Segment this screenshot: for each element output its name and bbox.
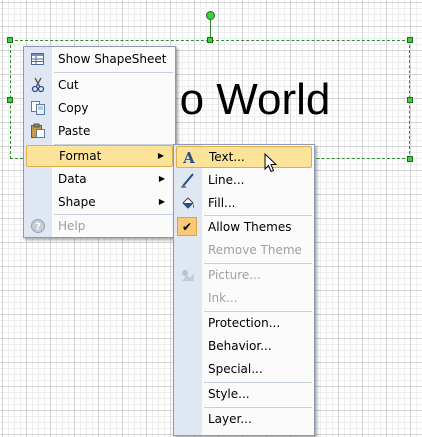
menu-item-help[interactable]: ? Help bbox=[26, 215, 173, 237]
submenu-item-special[interactable]: Special... bbox=[176, 358, 312, 380]
submenu-item-protection[interactable]: Protection... bbox=[176, 312, 312, 334]
menu-item-label: Cut bbox=[58, 78, 79, 92]
help-icon: ? bbox=[30, 218, 46, 234]
submenu-item-ink[interactable]: Ink... bbox=[176, 287, 312, 309]
menu-item-label: Format bbox=[59, 149, 102, 163]
menu-item-label: Layer... bbox=[208, 412, 252, 426]
submenu-item-allow-themes[interactable]: ✔ Allow Themes bbox=[176, 216, 312, 238]
text-a-icon: A bbox=[181, 149, 197, 167]
menu-item-label: Show ShapeSheet bbox=[58, 52, 167, 66]
menu-item-label: Shape bbox=[58, 195, 96, 209]
resize-handle-bottom-right[interactable] bbox=[407, 156, 413, 162]
menu-item-label: Text... bbox=[209, 150, 245, 164]
menu-item-label: Remove Theme bbox=[208, 243, 302, 257]
menu-item-label: Data bbox=[58, 172, 87, 186]
menu-item-label: Copy bbox=[58, 101, 89, 115]
menu-item-label: Special... bbox=[208, 362, 263, 376]
menu-item-label: Allow Themes bbox=[208, 220, 292, 234]
submenu-item-layer[interactable]: Layer... bbox=[176, 408, 312, 430]
menu-item-label: Protection... bbox=[208, 316, 281, 330]
submenu-item-picture[interactable]: Picture... bbox=[176, 264, 312, 286]
submenu-arrow-icon: ▶ bbox=[158, 174, 165, 183]
fill-bucket-icon bbox=[180, 195, 196, 211]
submenu-item-style[interactable]: Style... bbox=[176, 383, 312, 405]
resize-handle-left[interactable] bbox=[7, 97, 13, 103]
picture-icon bbox=[180, 267, 196, 283]
rotation-handle[interactable] bbox=[206, 11, 215, 20]
scissors-icon bbox=[30, 77, 46, 93]
mouse-pointer-icon bbox=[264, 152, 278, 178]
resize-handle-top-right[interactable] bbox=[407, 37, 413, 43]
submenu-item-line[interactable]: Line... bbox=[176, 169, 312, 191]
menu-item-label: Line... bbox=[208, 173, 245, 187]
menu-item-label: Paste bbox=[58, 124, 91, 138]
context-menu: Show ShapeSheet Cut Copy Paste Format ▶ bbox=[23, 46, 176, 238]
submenu-arrow-icon: ▶ bbox=[158, 197, 165, 206]
submenu-arrow-icon: ▶ bbox=[157, 151, 164, 160]
resize-handle-top[interactable] bbox=[207, 37, 213, 43]
menu-item-label: Fill... bbox=[208, 196, 236, 210]
submenu-item-behavior[interactable]: Behavior... bbox=[176, 335, 312, 357]
menu-item-format[interactable]: Format ▶ bbox=[26, 145, 173, 167]
svg-text:A: A bbox=[182, 149, 195, 165]
line-pen-icon bbox=[180, 172, 196, 188]
resize-handle-right[interactable] bbox=[407, 97, 413, 103]
menu-separator bbox=[54, 72, 173, 73]
submenu-item-fill[interactable]: Fill... bbox=[176, 192, 312, 214]
menu-item-paste[interactable]: Paste bbox=[26, 120, 173, 142]
menu-item-shape[interactable]: Shape ▶ bbox=[26, 191, 173, 213]
menu-item-label: Ink... bbox=[208, 291, 238, 305]
copy-icon bbox=[30, 100, 46, 116]
menu-item-label: Picture... bbox=[208, 268, 261, 282]
shapesheet-icon bbox=[30, 51, 46, 67]
menu-item-label: Behavior... bbox=[208, 339, 272, 353]
drawing-canvas[interactable]: o World Show ShapeSheet Cut Copy Paste F… bbox=[0, 0, 422, 437]
menu-item-data[interactable]: Data ▶ bbox=[26, 168, 173, 190]
resize-handle-top-left[interactable] bbox=[7, 37, 13, 43]
paste-icon bbox=[30, 123, 46, 139]
menu-item-label: Help bbox=[58, 219, 86, 233]
menu-item-show-shapesheet[interactable]: Show ShapeSheet bbox=[26, 48, 173, 70]
submenu-item-remove-theme[interactable]: Remove Theme bbox=[176, 239, 312, 261]
check-icon: ✔ bbox=[177, 217, 197, 236]
menu-item-copy[interactable]: Copy bbox=[26, 97, 173, 119]
submenu-item-text[interactable]: A Text... bbox=[176, 146, 312, 168]
svg-text:?: ? bbox=[35, 222, 41, 233]
format-submenu: A Text... Line... Fill... ✔ Allow Themes… bbox=[173, 144, 315, 436]
menu-item-label: Style... bbox=[208, 387, 250, 401]
menu-item-cut[interactable]: Cut bbox=[26, 74, 173, 96]
